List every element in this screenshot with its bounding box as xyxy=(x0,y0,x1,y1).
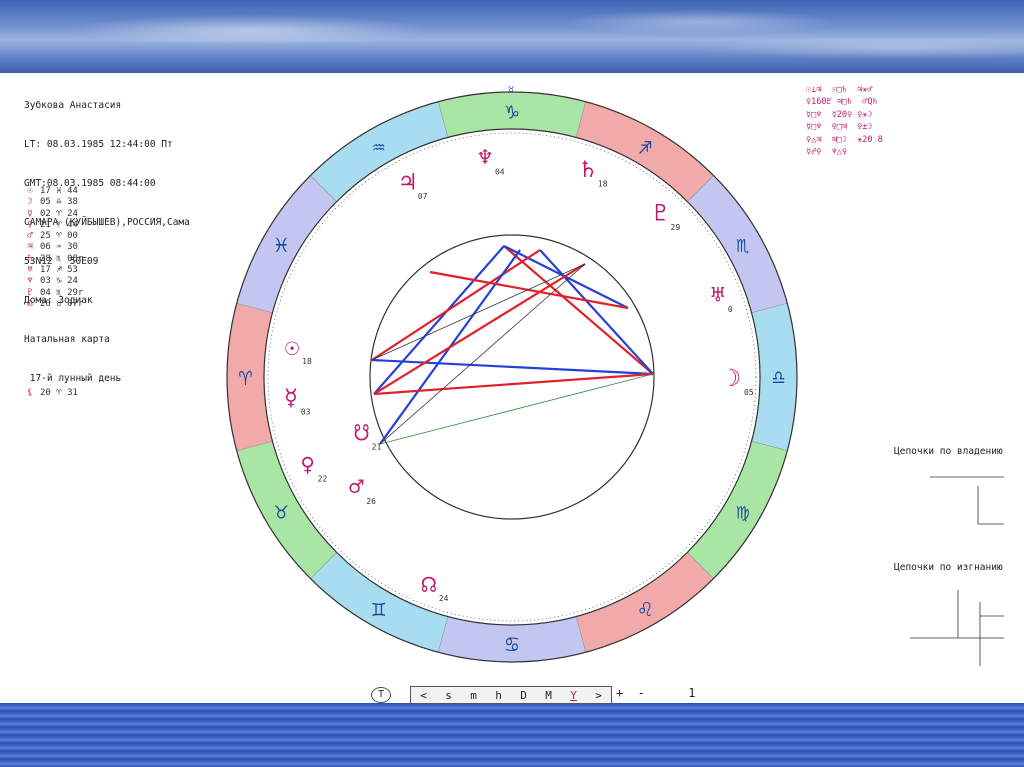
zodiac-ring: ♑ ♐ ♏ ♎ ♍ ♌ ♋ ♊ ♉ ♈ ♓ ♒ xyxy=(226,91,798,663)
step-forward-button[interactable]: > xyxy=(595,689,602,702)
zodiac-sign-glyph: ♑ xyxy=(505,100,519,125)
zodiac-sign-glyph: ♐ xyxy=(639,135,652,160)
zodiac-sign-glyph: ♌ xyxy=(639,597,652,622)
planet-glyph: ☊ xyxy=(422,570,437,598)
aspect-line-thin xyxy=(379,263,586,445)
step-back-button[interactable]: < xyxy=(420,689,427,702)
aspect-line-blue xyxy=(539,249,654,375)
planet-glyph: ♂ xyxy=(349,473,364,501)
planet-glyph: ☋ xyxy=(354,419,369,447)
aspect-line-red xyxy=(373,372,654,396)
zodiac-sign-glyph: ♈ xyxy=(239,366,252,391)
step-seconds-button[interactable]: s xyxy=(445,689,452,702)
planet-degree-label: 26 xyxy=(366,497,376,506)
step-hours-button[interactable]: h xyxy=(495,689,502,702)
step-days-button[interactable]: D xyxy=(520,689,527,702)
planet-glyph: ☿ xyxy=(284,383,298,411)
aspect-line-blue xyxy=(371,358,654,376)
step-value: 1 xyxy=(688,686,696,700)
planet-degree-label: 04 xyxy=(495,168,505,177)
aspect-line-blue xyxy=(373,245,505,395)
zodiac-sign-glyph: ♉ xyxy=(275,499,288,524)
step-minutes-button[interactable]: m xyxy=(470,689,477,702)
planet-degree-label: 21 xyxy=(372,443,382,452)
planet-glyph: ♄ xyxy=(581,155,595,183)
planet-degree-label: 18 xyxy=(302,357,312,366)
natal-chart-wheel: ♑♐♏♎♍♌♋♊♉♈♓♒ ♆04 ♄18♇29♃07♅0☉18☽05☿03♀22 ♂… xyxy=(226,84,1004,666)
planet-degree-label: 03 xyxy=(301,407,311,416)
planet-degree-label: 0 xyxy=(728,305,733,314)
planet-glyph: ♀ xyxy=(300,451,314,479)
zodiac-sign-glyph: ♒ xyxy=(372,135,385,160)
aspect-line-red xyxy=(503,245,654,375)
planet-glyph: ♅ xyxy=(711,281,725,309)
planet-degree-label: 22 xyxy=(318,475,328,484)
degree-tick-circle xyxy=(267,132,757,622)
planet-glyph: ☉ xyxy=(285,333,299,361)
planet-degree-label: 07 xyxy=(418,192,428,201)
planet-glyph: ♆ xyxy=(478,144,492,172)
chains-diagram xyxy=(910,476,1004,666)
aspect-line-thin xyxy=(371,263,586,361)
zodiac-sign-glyph: ♓ xyxy=(275,233,288,258)
plus-minus-buttons[interactable]: + - xyxy=(616,686,645,700)
planet-degree-label: 18 xyxy=(598,179,608,188)
planet-degree-label: 24 xyxy=(439,594,449,603)
time-step-toolbar: < s m h D M Y > xyxy=(410,686,612,704)
planet-glyphs: ♆04 ♄18♇29♃07♅0☉18☽05☿03♀22 ♂26☊24☋21 xyxy=(284,144,754,603)
zodiac-sign-glyph: ♍ xyxy=(736,499,749,524)
step-months-button[interactable]: M xyxy=(545,689,552,702)
planet-degree-label: 29 xyxy=(671,223,681,232)
zodiac-sign-glyph: ♏ xyxy=(736,233,749,258)
step-years-button[interactable]: Y xyxy=(570,689,577,702)
time-mode-button[interactable]: T xyxy=(371,687,391,703)
planet-glyph: ♇ xyxy=(653,199,667,227)
step-adjust: + - 1 xyxy=(616,686,696,700)
planet-glyph: ☽ xyxy=(727,364,741,392)
planet-glyph: ♃ xyxy=(401,168,415,196)
zodiac-sign-glyph: ♋ xyxy=(505,633,518,658)
zodiac-sign-glyph: ♎ xyxy=(772,366,785,391)
zodiac-sign-glyph: ♊ xyxy=(372,597,385,622)
planet-degree-label: 05 xyxy=(744,388,754,397)
chart-top-marker: ♉ xyxy=(508,84,514,95)
zodiac-inner-circle xyxy=(263,128,761,626)
